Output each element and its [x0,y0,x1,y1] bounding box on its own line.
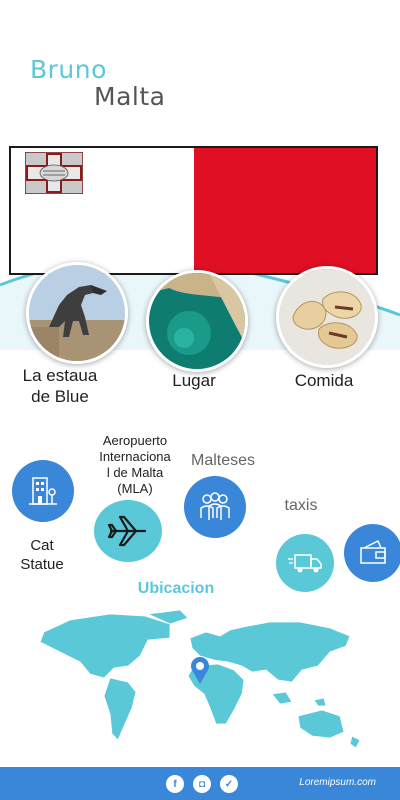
cat-statue-label: Cat Statue [14,536,70,574]
wallet-icon [360,539,386,564]
airport-label: Aeropuerto Internaciona l de Malta (MLA) [90,433,180,497]
wallet-circle [344,524,400,582]
delivery-truck-icon [288,554,322,573]
food-photo [276,266,378,368]
twitter-icon[interactable]: ✓ [220,775,238,793]
facebook-icon[interactable]: f [166,775,184,793]
people-icon [200,492,230,520]
statue-photo [26,262,128,364]
taxis-label: taxis [284,497,318,514]
malteses-label: Malteses [190,452,256,469]
flag-red-half [193,148,376,273]
statue-caption-line2: de Blue [31,387,89,406]
building-icon [29,477,57,505]
statue-caption-line1: La estaua [22,366,98,385]
place-caption: Lugar [172,371,216,390]
airport-line2: Internaciona [99,449,171,464]
airport-line4: (MLA) [117,481,153,496]
cat-statue-line2: Statue [20,556,64,573]
malta-flag [9,146,378,275]
world-map [39,609,361,749]
statue-caption: La estaua de Blue [10,365,110,407]
airplane-icon [107,515,146,547]
george-cross-icon [25,152,83,194]
instagram-icon[interactable]: ◘ [193,775,211,793]
building-circle [12,460,74,522]
pastizzi-icon [279,269,375,365]
people-circle [184,476,246,538]
coastal-bay-icon [149,273,245,369]
airport-line1: Aeropuerto [102,433,168,448]
airport-line3: l de Malta [106,465,164,480]
airplane-circle [94,500,162,562]
title-country: Malta [94,82,166,111]
cat-statue-line1: Cat [30,537,54,554]
place-photo [146,270,248,372]
footer-site-link[interactable]: Loremipsum.com [299,777,376,788]
flag-white-half [11,148,194,273]
dinosaur-statue-icon [29,265,125,361]
food-caption: Comida [294,371,354,390]
title-name: Bruno [30,55,107,84]
section-title-ubicacion: Ubicacion [137,580,215,597]
footer-bar: f ◘ ✓ Loremipsum.com [0,767,400,800]
